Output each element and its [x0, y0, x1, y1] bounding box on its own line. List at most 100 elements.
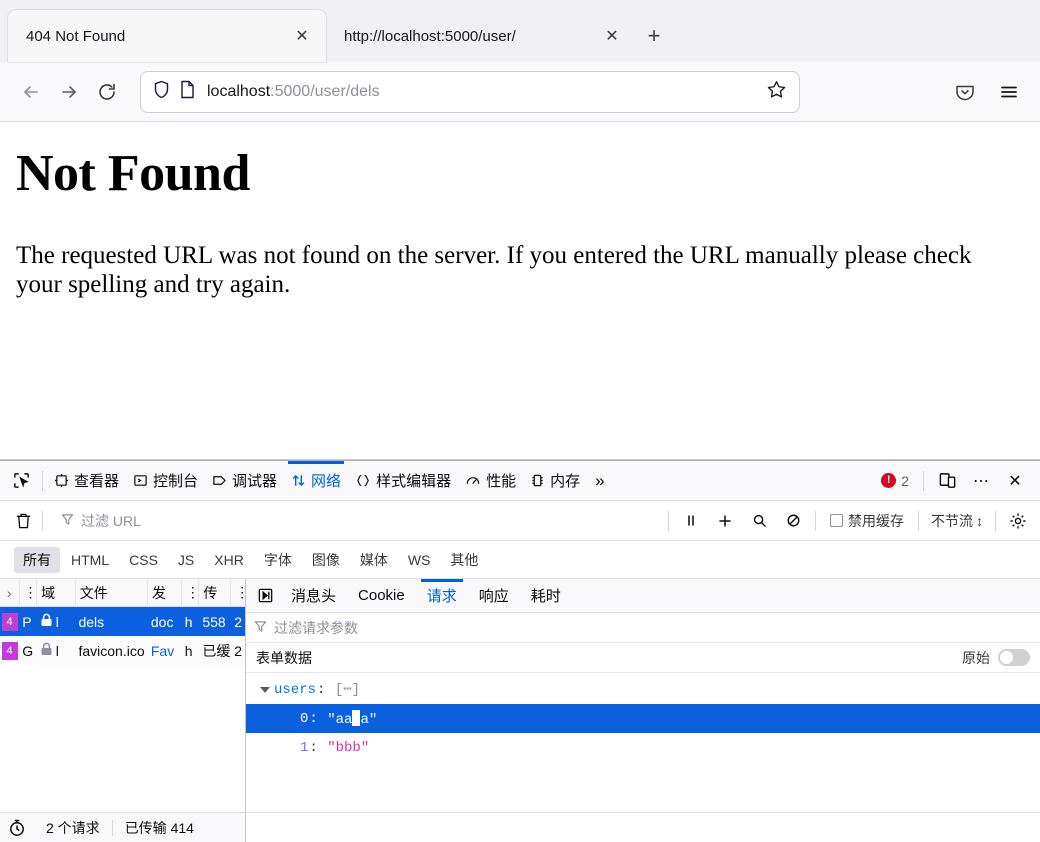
bookmark-star-icon[interactable]: [766, 79, 787, 105]
column-header-transferred[interactable]: 传: [199, 579, 232, 606]
network-settings-gear-icon[interactable]: [1002, 507, 1034, 535]
forward-icon[interactable]: [50, 73, 88, 111]
column-header-domain[interactable]: 域: [37, 579, 76, 606]
pocket-save-icon[interactable]: [946, 73, 984, 111]
type-filter-xhr[interactable]: XHR: [205, 549, 253, 571]
request-transferred: 已缓: [202, 642, 231, 659]
details-tab-request[interactable]: 请求: [416, 579, 468, 612]
tree-node-users-1[interactable]: 1: "bbb": [246, 733, 1040, 762]
tab-console[interactable]: 控制台: [126, 461, 205, 500]
type-filter-css[interactable]: CSS: [120, 549, 167, 571]
devtools-toolbar: 查看器 控制台 调试器 网络 样式编辑器 性能 内存 » ! 2 ⋯ ✕: [0, 461, 1040, 501]
tree-index: 0: [300, 710, 309, 727]
divider: [42, 470, 43, 491]
details-tab-response[interactable]: 响应: [468, 579, 520, 612]
network-icon: [291, 473, 306, 488]
error-count-badge[interactable]: ! 2: [875, 473, 915, 489]
details-tab-timings[interactable]: 耗时: [520, 579, 572, 612]
reload-icon[interactable]: [88, 73, 126, 111]
overflow-chevron-icon[interactable]: »: [587, 471, 612, 491]
tab-title: 404 Not Found: [26, 27, 126, 45]
shield-icon[interactable]: [153, 80, 170, 104]
network-body: › ⋮ 域 文件 发 ⋮ 传 ⋮ 4 P l dels doc h 558 2 …: [0, 579, 1040, 812]
request-params-filter-input[interactable]: 过滤请求参数: [246, 613, 1040, 643]
column-header-initiator[interactable]: 发: [148, 579, 182, 606]
devtools-options-icon[interactable]: ⋯: [966, 466, 996, 496]
request-rows: 4 P l dels doc h 558 2 4 G l favicon.ico…: [0, 607, 245, 812]
resend-request-icon[interactable]: [250, 583, 280, 609]
request-list-header: › ⋮ 域 文件 发 ⋮ 传 ⋮: [0, 579, 245, 607]
tab-style-editor[interactable]: 样式编辑器: [348, 461, 458, 500]
column-header-status[interactable]: ⋮: [20, 579, 38, 606]
filter-icon: [254, 620, 267, 636]
performance-icon: [465, 473, 481, 488]
debugger-icon: [212, 473, 227, 488]
type-filter-html[interactable]: HTML: [62, 549, 118, 571]
disable-cache-checkbox[interactable]: 禁用缓存: [822, 511, 912, 531]
page-document-icon[interactable]: [180, 80, 195, 104]
checkbox-label: 禁用缓存: [848, 512, 904, 529]
raw-toggle[interactable]: 原始: [962, 648, 1030, 668]
request-size: 2: [234, 642, 243, 659]
tree-value[interactable]: "aa a": [327, 709, 377, 728]
tree-node-users-0[interactable]: 0: "aa a": [246, 704, 1040, 733]
url-text[interactable]: localhost:5000/user/dels: [207, 83, 766, 101]
status-code: 4: [1, 641, 18, 660]
tab-label: 控制台: [153, 473, 199, 490]
url-filter-input[interactable]: 过滤 URL: [55, 508, 575, 534]
type-filter-all[interactable]: 所有: [14, 546, 60, 573]
stopwatch-icon[interactable]: [0, 818, 34, 837]
type-filter-font[interactable]: 字体: [255, 547, 301, 573]
tab-network[interactable]: 网络: [284, 461, 348, 500]
hamburger-menu-icon[interactable]: [990, 73, 1028, 111]
type-filter-media[interactable]: 媒体: [351, 547, 397, 573]
column-header-expand[interactable]: ›: [0, 579, 20, 606]
details-tab-cookies[interactable]: Cookie: [347, 579, 416, 612]
throttle-dropdown[interactable]: 不节流 ↕: [925, 511, 989, 531]
type-filter-js[interactable]: JS: [169, 549, 203, 571]
details-tab-headers[interactable]: 消息头: [280, 579, 347, 612]
tree-value[interactable]: "bbb": [327, 740, 369, 756]
block-requests-icon[interactable]: [777, 507, 809, 535]
type-filter-other[interactable]: 其他: [441, 547, 487, 573]
domain-text: l: [55, 613, 59, 630]
resource-type-filters: 所有 HTML CSS JS XHR 字体 图像 媒体 WS 其他: [0, 541, 1040, 579]
divider: [815, 510, 816, 531]
table-row[interactable]: 4 G l favicon.ico Fav h 已缓 2: [0, 636, 245, 665]
close-icon[interactable]: ✕: [598, 22, 626, 50]
tab-memory[interactable]: 内存: [523, 461, 587, 500]
divider: [923, 470, 924, 491]
clear-requests-icon[interactable]: [8, 506, 38, 536]
tab-inspector[interactable]: 查看器: [47, 461, 126, 500]
url-bar[interactable]: localhost:5000/user/dels: [140, 70, 800, 113]
pause-icon[interactable]: [675, 507, 707, 535]
request-domain: l: [37, 607, 76, 636]
type-filter-ws[interactable]: WS: [399, 549, 440, 571]
responsive-design-mode-icon[interactable]: [932, 466, 962, 496]
tab-performance[interactable]: 性能: [458, 461, 523, 500]
close-icon[interactable]: ✕: [288, 22, 316, 50]
column-header-type[interactable]: ⋮: [182, 579, 200, 606]
browser-tab-404-not-found[interactable]: 404 Not Found ✕: [8, 10, 326, 62]
back-icon[interactable]: [12, 73, 50, 111]
form-data-tree: users: [⋯] 0: "aa a" 1: "bbb": [246, 673, 1040, 812]
devtools-close-icon[interactable]: ✕: [1000, 466, 1030, 496]
column-header-file[interactable]: 文件: [76, 579, 148, 606]
new-tab-button[interactable]: +: [636, 18, 672, 54]
url-bar-icons: [153, 80, 195, 104]
browser-tab-localhost-user[interactable]: http://localhost:5000/user/ ✕: [326, 10, 636, 62]
nav-right-controls: [946, 73, 1028, 111]
chevron-down-icon[interactable]: [260, 686, 274, 693]
element-picker-icon[interactable]: [4, 466, 38, 496]
request-method: P: [22, 613, 32, 630]
tab-debugger[interactable]: 调试器: [205, 461, 284, 500]
tree-node-users[interactable]: users: [⋯]: [246, 675, 1040, 704]
toggle-switch[interactable]: [998, 649, 1030, 666]
request-initiator[interactable]: Fav: [148, 636, 182, 665]
search-icon[interactable]: [743, 507, 775, 535]
add-request-icon[interactable]: [709, 507, 741, 535]
type-filter-image[interactable]: 图像: [303, 547, 349, 573]
table-row[interactable]: 4 P l dels doc h 558 2: [0, 607, 245, 636]
request-type: h: [184, 642, 193, 659]
column-header-size[interactable]: ⋮: [231, 579, 245, 606]
